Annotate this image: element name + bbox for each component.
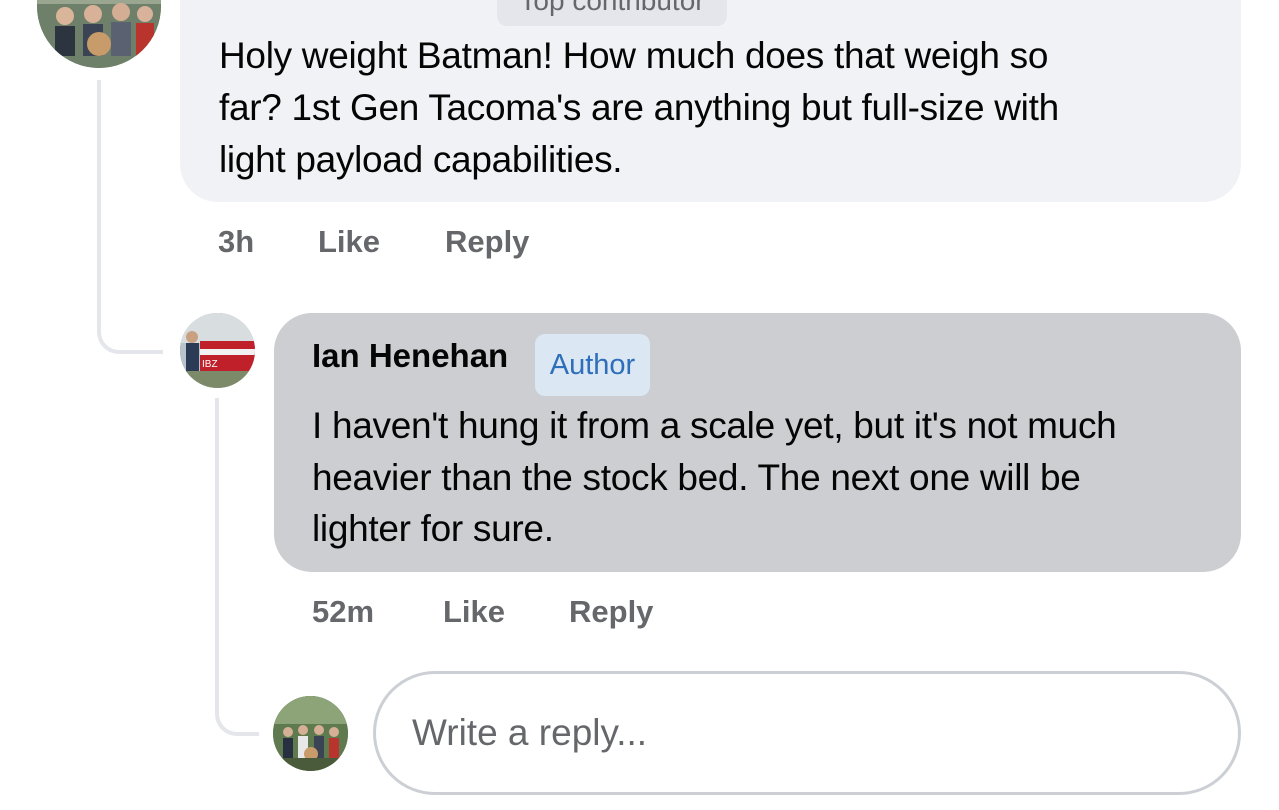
thread-curve-1 bbox=[97, 290, 163, 354]
thread-line-vertical-2 bbox=[215, 398, 219, 698]
comment-2-reply-button[interactable]: Reply bbox=[569, 594, 653, 630]
comment-1-timestamp[interactable]: 3h bbox=[218, 224, 254, 260]
comment-1-like-button[interactable]: Like bbox=[318, 224, 380, 260]
avatar-author[interactable]: IBZ bbox=[180, 313, 255, 388]
author-name[interactable]: Ian Henehan bbox=[312, 337, 508, 375]
comment-1-line-2: far? 1st Gen Tacoma's are anything but f… bbox=[219, 87, 1059, 128]
comment-2-line-1: I haven't hung it from a scale yet, but … bbox=[312, 405, 1117, 446]
avatar-current-user bbox=[273, 696, 348, 771]
comment-1-reply-button[interactable]: Reply bbox=[445, 224, 529, 260]
comment-2-line-2: heavier than the stock bed. The next one… bbox=[312, 457, 1081, 498]
comment-1-line-3: light payload capabilities. bbox=[219, 139, 623, 180]
author-badge: Author bbox=[535, 334, 650, 396]
top-contributor-badge: Top contributor bbox=[497, 0, 727, 26]
reply-input[interactable] bbox=[373, 671, 1241, 795]
svg-text:IBZ: IBZ bbox=[202, 359, 218, 370]
top-contributor-badge-label: Top contributor bbox=[519, 0, 705, 16]
thread-curve-2 bbox=[215, 670, 259, 736]
comment-thread: Top contributor Holy weight Batman! How … bbox=[0, 0, 1279, 810]
comment-2-timestamp[interactable]: 52m bbox=[312, 594, 374, 630]
comment-1-line-1: Holy weight Batman! How much does that w… bbox=[219, 35, 1049, 76]
avatar-commenter[interactable] bbox=[37, 0, 161, 68]
comment-2-like-button[interactable]: Like bbox=[443, 594, 505, 630]
comment-2-line-3: lighter for sure. bbox=[312, 508, 554, 549]
